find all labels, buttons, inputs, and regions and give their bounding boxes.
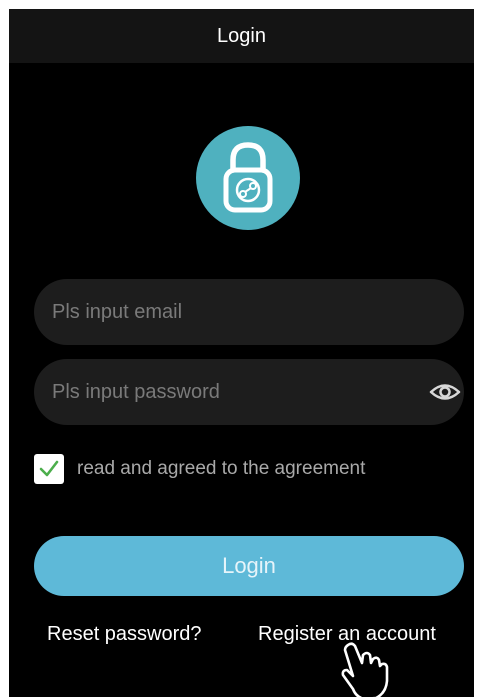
agreement-row: read and agreed to the agreement [34, 452, 365, 486]
padlock-icon [196, 126, 300, 230]
email-input[interactable] [52, 279, 412, 345]
login-button[interactable]: Login [34, 536, 464, 596]
title-bar: Login [9, 9, 474, 63]
hand-pointer-icon [341, 642, 389, 697]
reset-password-link[interactable]: Reset password? [47, 623, 202, 646]
email-field [34, 279, 464, 345]
agreement-label[interactable]: read and agreed to the agreement [77, 458, 365, 480]
password-input[interactable] [52, 359, 412, 425]
login-screen: Login read and agreed to the agreement L… [9, 9, 474, 697]
page-title: Login [217, 24, 266, 47]
agreement-checkbox[interactable] [34, 454, 64, 484]
eye-icon[interactable] [429, 377, 461, 407]
password-field [34, 359, 464, 425]
checkmark-icon [39, 460, 59, 477]
